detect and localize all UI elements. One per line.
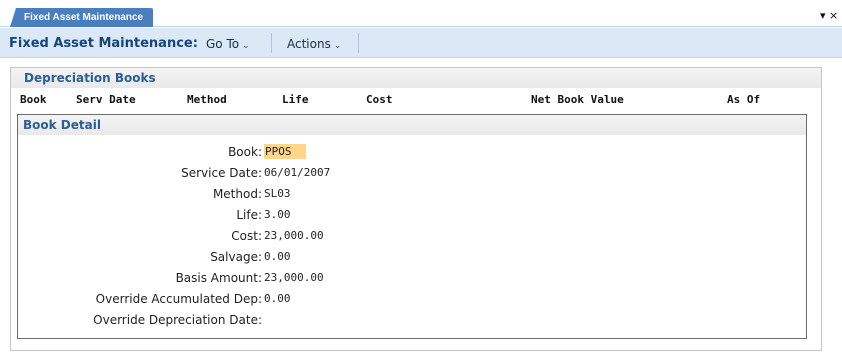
- chevron-down-icon: ⌄: [333, 41, 342, 51]
- field-value: 23,000.00: [264, 271, 324, 284]
- field-override-depreciation-date: Override Depreciation Date:: [18, 310, 808, 330]
- column-header-cost[interactable]: Cost: [366, 93, 393, 106]
- actions-menu[interactable]: Actions ⌄: [287, 37, 341, 51]
- book-detail-header: Book Detail: [18, 115, 806, 135]
- field-cost: Cost: 23,000.00: [18, 226, 808, 246]
- depreciation-books-title: Depreciation Books: [24, 71, 156, 85]
- goto-menu-label: Go To: [206, 37, 240, 51]
- field-label: Book:: [228, 145, 262, 159]
- book-detail-panel: Book Detail Book: PPOS Service Date: 06/…: [17, 114, 807, 339]
- field-label: Salvage:: [210, 250, 262, 264]
- field-salvage: Salvage: 0.00: [18, 247, 808, 267]
- field-label: Override Accumulated Dep:: [95, 292, 262, 306]
- column-header-as-of[interactable]: As Of: [727, 93, 760, 106]
- column-header-book[interactable]: Book: [20, 93, 47, 106]
- field-label: Service Date:: [181, 166, 262, 180]
- field-label: Basis Amount:: [175, 271, 262, 285]
- field-value: 06/01/2007: [264, 166, 331, 179]
- depreciation-books-header: Depreciation Books: [11, 68, 821, 88]
- column-header-net-book-value[interactable]: Net Book Value: [531, 93, 624, 106]
- field-label: Cost:: [231, 229, 262, 243]
- field-value: 0.00: [264, 250, 291, 263]
- field-label: Method:: [212, 187, 262, 201]
- tab-list-menu-icon[interactable]: ▾ ×: [820, 9, 842, 23]
- field-value: 3.00: [264, 208, 291, 221]
- tab-strip: Fixed Asset Maintenance ▾ ×: [0, 0, 842, 27]
- field-label: Override Depreciation Date:: [93, 313, 262, 327]
- page-title: Fixed Asset Maintenance:: [9, 36, 198, 51]
- toolbar: Fixed Asset Maintenance: Go To ⌄ Actions ⌄: [0, 28, 842, 58]
- field-basis-amount: Basis Amount: 23,000.00: [18, 268, 808, 288]
- actions-menu-label: Actions: [287, 37, 331, 51]
- column-header-life[interactable]: Life: [282, 93, 309, 106]
- field-service-date: Service Date: 06/01/2007: [18, 163, 808, 183]
- toolbar-divider: [271, 33, 272, 53]
- goto-menu[interactable]: Go To ⌄: [206, 37, 250, 51]
- field-value: 0.00: [264, 292, 291, 305]
- field-method: Method: SL03: [18, 184, 808, 204]
- field-book: Book: PPOS: [18, 142, 808, 162]
- column-header-serv-date[interactable]: Serv Date: [76, 93, 136, 106]
- toolbar-divider: [358, 33, 359, 53]
- field-value: 23,000.00: [264, 229, 324, 242]
- field-life: Life: 3.00: [18, 205, 808, 225]
- field-override-accumulated-dep: Override Accumulated Dep: 0.00: [18, 289, 808, 309]
- field-value: SL03: [264, 187, 291, 200]
- chevron-down-icon: ⌄: [242, 41, 250, 51]
- column-header-method[interactable]: Method: [187, 93, 227, 106]
- tab-fixed-asset-maintenance[interactable]: Fixed Asset Maintenance: [10, 8, 154, 27]
- field-label: Life:: [236, 208, 262, 222]
- book-value[interactable]: PPOS: [264, 144, 306, 159]
- book-detail-title: Book Detail: [23, 118, 101, 132]
